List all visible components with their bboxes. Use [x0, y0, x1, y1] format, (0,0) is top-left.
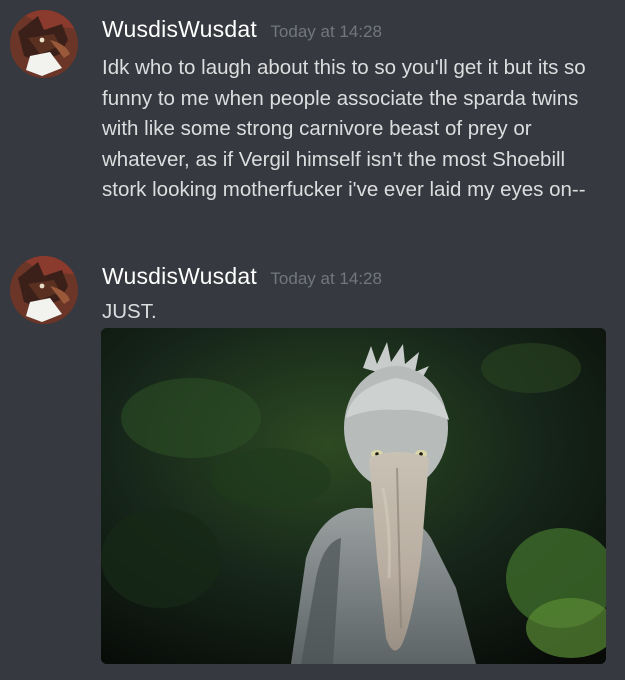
- timestamp[interactable]: Today at 14:28: [270, 22, 382, 41]
- shoebill-stork-photo: [101, 328, 606, 664]
- avatar-image: [10, 10, 78, 78]
- message-content: Idk who to laugh about this to so you'll…: [102, 56, 586, 201]
- avatar[interactable]: [10, 10, 78, 78]
- message-header: WusdisWusdat Today at 14:28: [102, 16, 382, 43]
- message-content: JUST.: [102, 300, 157, 323]
- avatar[interactable]: [10, 256, 78, 324]
- message-header: WusdisWusdat Today at 14:28: [102, 263, 382, 290]
- timestamp[interactable]: Today at 14:28: [270, 269, 382, 288]
- username[interactable]: WusdisWusdat: [102, 263, 257, 289]
- image-attachment[interactable]: [101, 328, 606, 664]
- chat-messages: WusdisWusdat Today at 14:28 Idk who to l…: [0, 0, 625, 680]
- username[interactable]: WusdisWusdat: [102, 16, 257, 42]
- avatar-image: [10, 256, 78, 324]
